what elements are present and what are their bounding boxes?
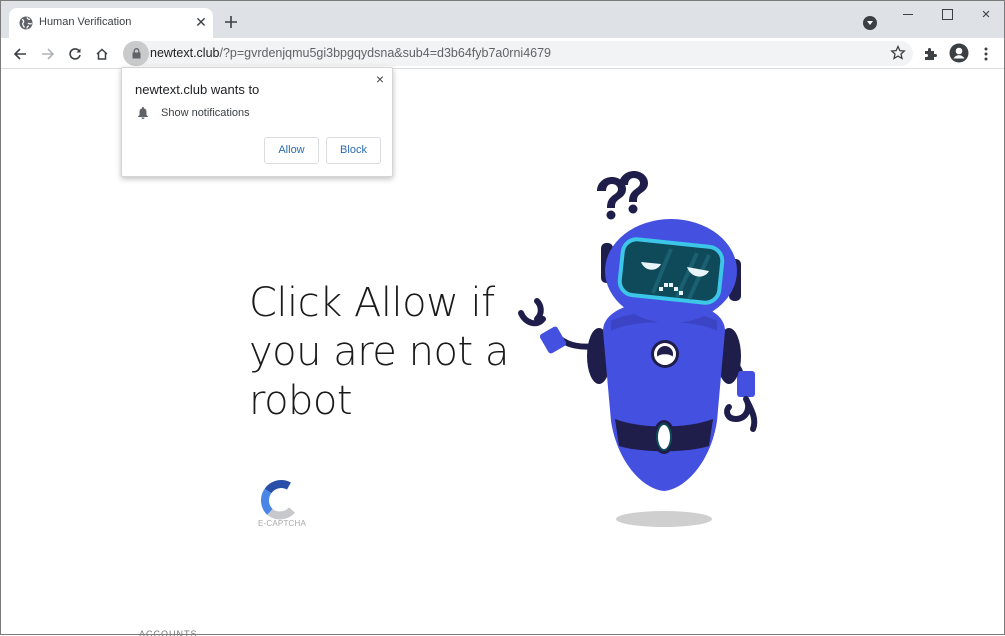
url-path: /?p=gvrdenjqmu5gi3bpgqydsna&sub4=d3b64fy… [219, 46, 552, 60]
browser-window: Human Verification ✕ × newtext.club/?p=g… [0, 0, 1005, 636]
arrow-right-icon [42, 48, 55, 60]
arrow-left-icon [13, 48, 26, 60]
account-icon[interactable] [949, 43, 969, 63]
home-button[interactable] [91, 43, 113, 65]
plus-icon [225, 16, 237, 28]
browser-toolbar: newtext.club/?p=gvrdenjqmu5gi3bpgqydsna&… [1, 38, 1004, 69]
question-marks-icon [597, 171, 648, 220]
new-tab-button[interactable] [221, 12, 241, 32]
site-info-button[interactable] [123, 41, 149, 66]
robot-shadow [616, 511, 712, 527]
puzzle-icon[interactable] [922, 45, 940, 63]
url-text[interactable]: newtext.club/?p=gvrdenjqmu5gi3bpgqydsna&… [150, 46, 551, 60]
address-bar[interactable]: newtext.club/?p=gvrdenjqmu5gi3bpgqydsna&… [123, 41, 913, 66]
tab-strip: Human Verification ✕ × [1, 1, 1004, 38]
popup-title: newtext.club wants to [135, 82, 260, 97]
forward-button[interactable] [37, 43, 59, 65]
robot-illustration [518, 171, 758, 527]
tab-search-dropdown-icon[interactable] [863, 16, 877, 30]
reload-icon [69, 48, 81, 60]
captcha-label: E-CAPTCHA [258, 519, 307, 528]
allow-button[interactable]: Allow [264, 137, 319, 164]
lock-icon [132, 48, 140, 59]
popup-close-button[interactable]: × [376, 71, 384, 87]
star-icon[interactable] [889, 44, 907, 62]
home-icon [96, 48, 108, 60]
minimize-button[interactable] [898, 5, 918, 25]
back-button[interactable] [9, 43, 31, 65]
tab-title: Human Verification [39, 16, 132, 28]
reload-button[interactable] [64, 43, 86, 65]
url-host: newtext.club [150, 46, 220, 60]
block-button[interactable]: Block [326, 137, 381, 164]
notification-permission-popup: × newtext.club wants to Show notificatio… [121, 67, 393, 177]
globe-icon [19, 16, 33, 30]
permission-text: Show notifications [161, 107, 250, 119]
close-tab-icon[interactable]: ✕ [192, 13, 210, 31]
headline: Click Allow if you are not a robot [249, 280, 509, 424]
maximize-button[interactable] [937, 5, 957, 25]
window-close-button[interactable]: × [976, 5, 996, 25]
bell-icon [138, 107, 148, 119]
more-vert-icon[interactable] [979, 44, 993, 64]
tab-human-verification[interactable]: Human Verification ✕ [9, 8, 213, 38]
